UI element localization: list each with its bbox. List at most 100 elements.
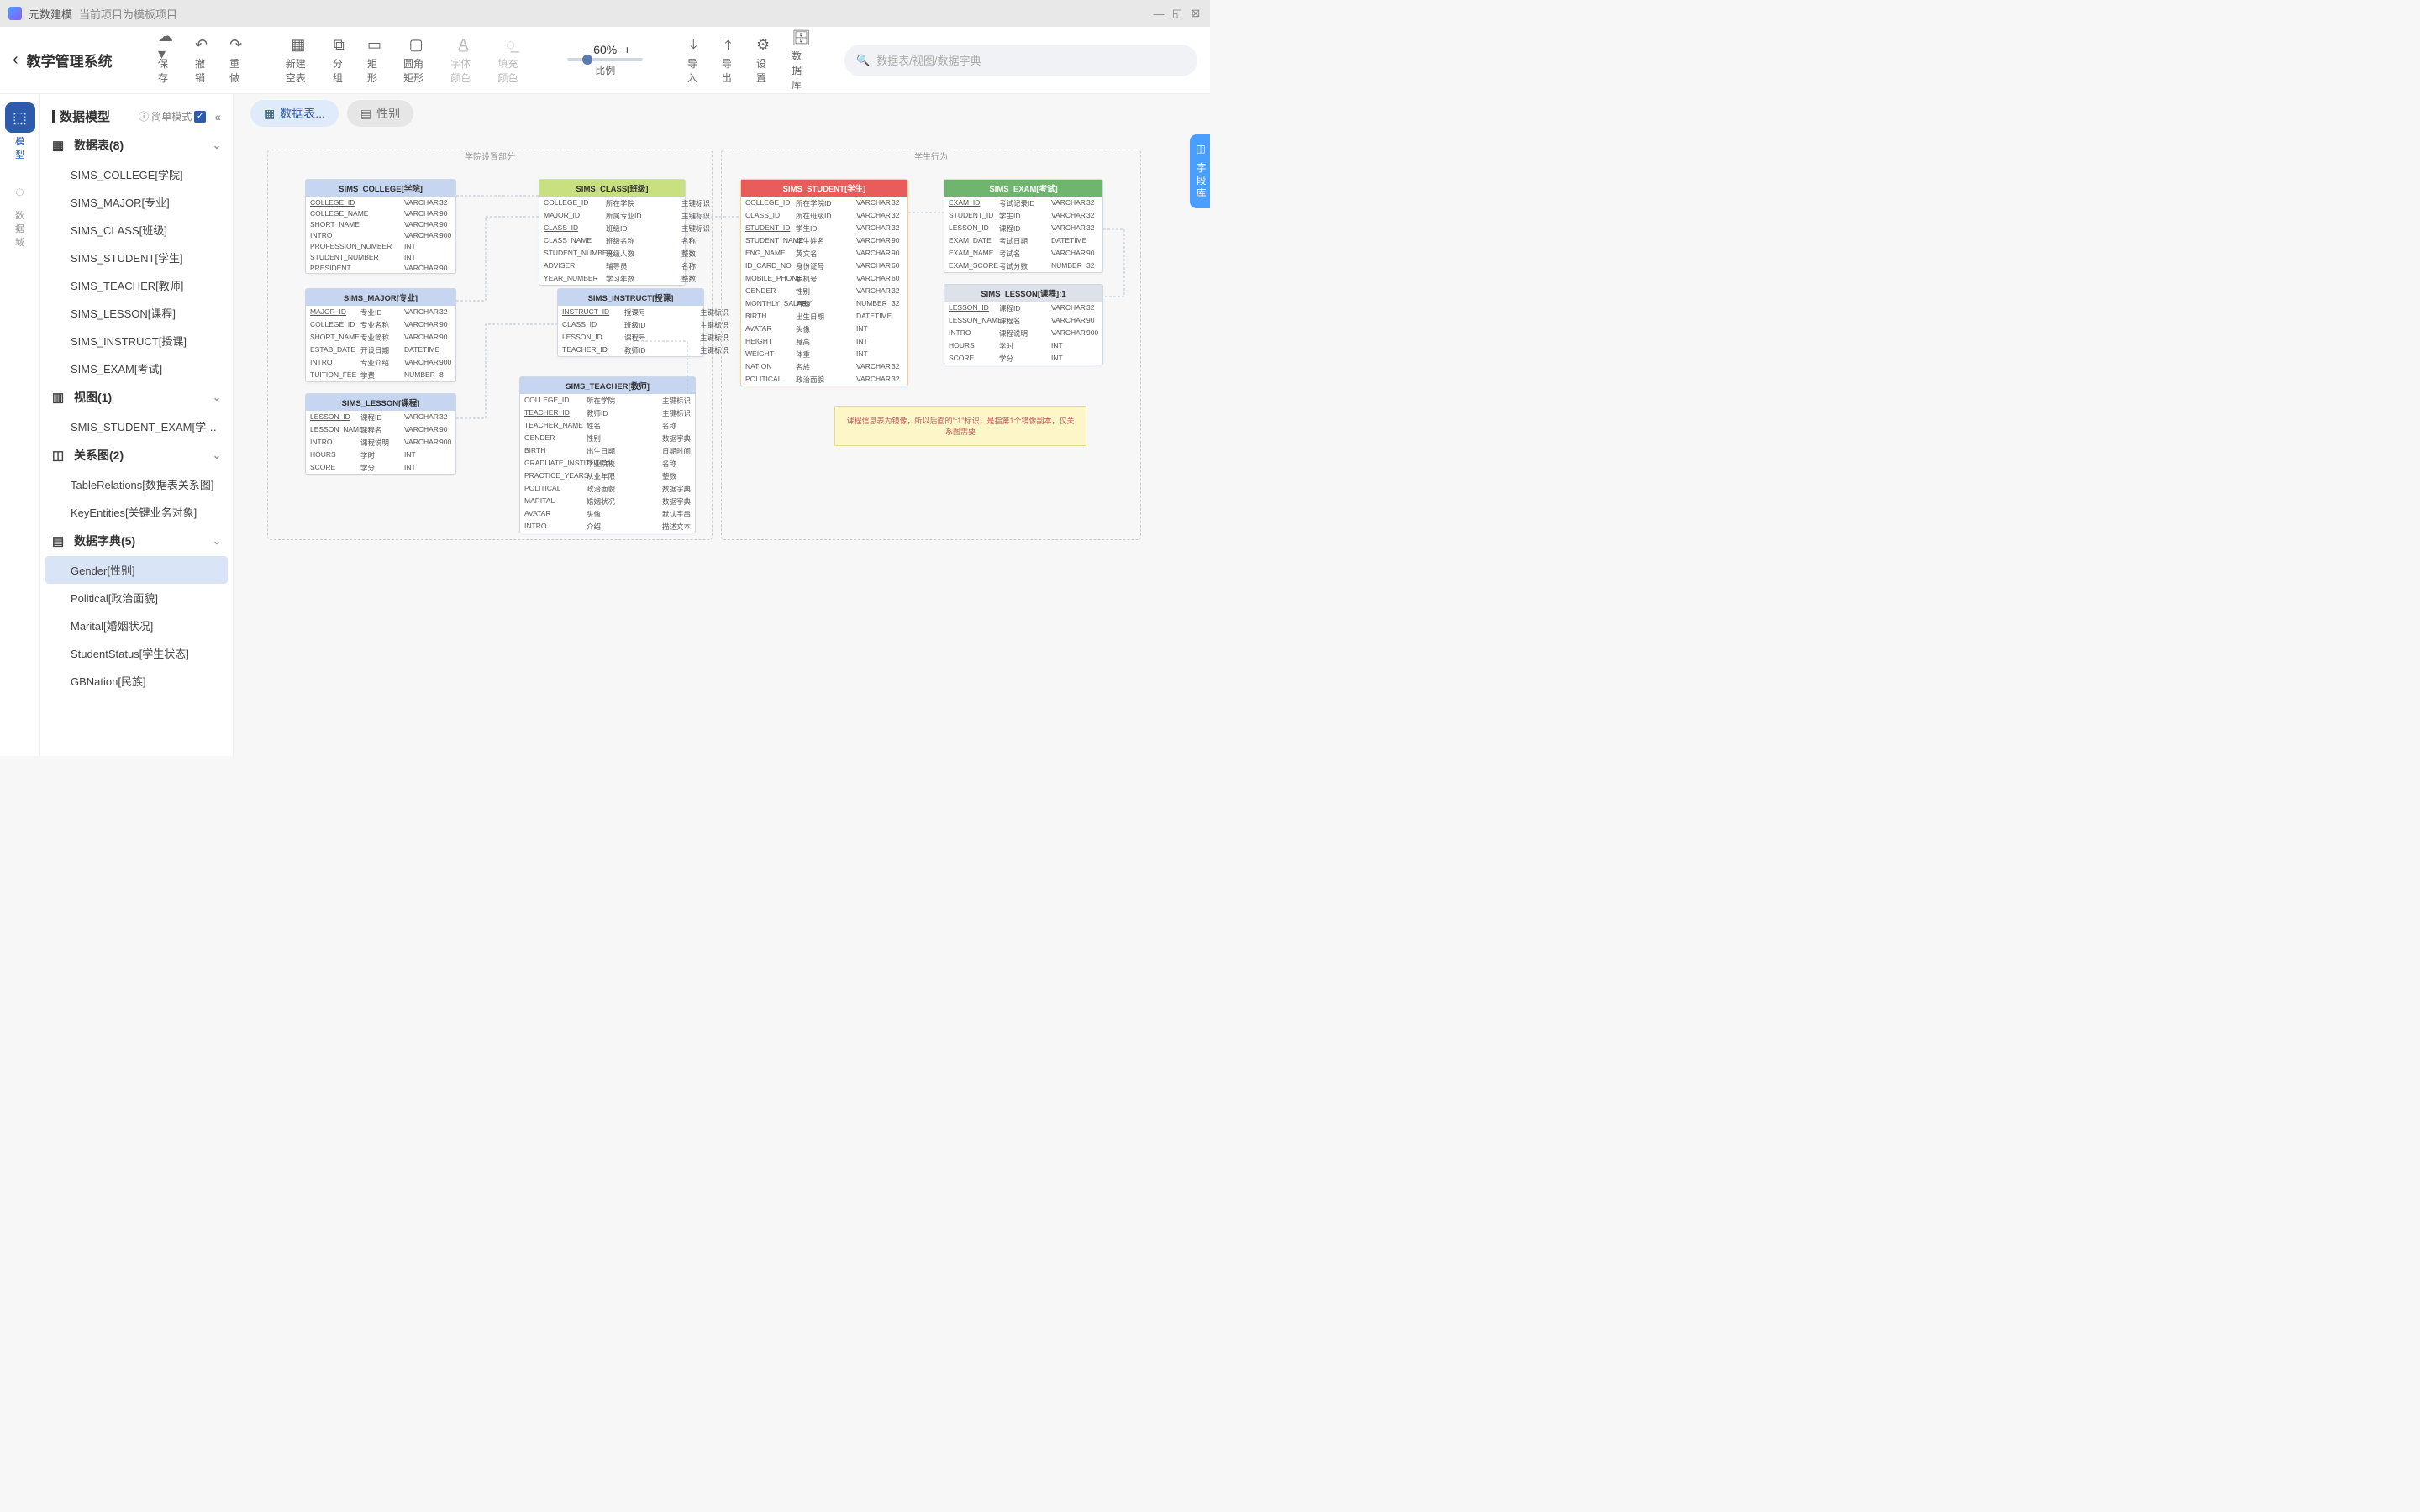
entity-row: COLLEGE_NAMEVARCHAR90	[306, 207, 455, 218]
entity-header: SIMS_INSTRUCT[授课]	[558, 289, 703, 306]
redo-button[interactable]: ↷重做	[226, 36, 245, 85]
entity-row: POLITICAL政治面貌数据字典	[520, 482, 695, 495]
sidebar-item[interactable]: SIMS_MAJOR[专业]	[45, 188, 228, 216]
sidebar-item[interactable]: Marital[婚姻状况]	[45, 612, 228, 639]
entity-row: SCORE学分INT	[944, 352, 1102, 365]
export-button[interactable]: ⤒导出	[718, 36, 738, 85]
entity-row: INTRO专业介绍VARCHAR900	[306, 356, 455, 369]
database-button[interactable]: 🗄数据库	[788, 29, 814, 92]
entity-exam[interactable]: SIMS_EXAM[考试] EXAM_ID考试记录IDVARCHAR32STUD…	[944, 179, 1103, 273]
entity-major[interactable]: SIMS_MAJOR[专业] MAJOR_ID专业IDVARCHAR32COLL…	[305, 288, 456, 382]
chevron-down-icon: ⌄	[213, 449, 221, 461]
export-icon: ⤒	[724, 36, 731, 55]
new-table-icon: ▦	[291, 36, 305, 55]
search-placeholder: 数据表/视图/数据字典	[876, 52, 981, 68]
import-button[interactable]: ⤓导入	[684, 36, 703, 85]
entity-row: MOBILE_PHONE手机号VARCHAR60	[741, 272, 908, 285]
entity-lesson-mirror[interactable]: SIMS_LESSON[课程]:1 LESSON_ID课程IDVARCHAR32…	[944, 284, 1103, 365]
entity-row: HOURS学时INT	[306, 449, 455, 461]
zoom-in-icon[interactable]: +	[623, 43, 630, 56]
sidebar-item[interactable]: SIMS_CLASS[班级]	[45, 216, 228, 244]
entity-college[interactable]: SIMS_COLLEGE[学院] COLLEGE_IDVARCHAR32COLL…	[305, 179, 456, 274]
entity-row: TEACHER_NAME姓名名称	[520, 419, 695, 432]
settings-button[interactable]: ⚙设置	[753, 36, 773, 85]
collapse-sidebar-icon[interactable]: «	[214, 110, 221, 123]
sidebar-group-head[interactable]: ▦数据表(8)⌄	[45, 130, 228, 160]
import-icon: ⤓	[690, 36, 697, 55]
rail-datadomain[interactable]: ◌数 据 域	[5, 176, 35, 249]
tab-data-tables[interactable]: ▦数据表...	[250, 100, 339, 127]
sidebar-item[interactable]: SIMS_LESSON[课程]	[45, 299, 228, 327]
entity-class[interactable]: SIMS_CLASS[班级] COLLEGE_ID所在学院主键标识MAJOR_I…	[539, 179, 686, 286]
entity-row: INTRO课程说明VARCHAR900	[306, 436, 455, 449]
entity-row: ENG_NAME英文名VARCHAR90	[741, 247, 908, 260]
group-button[interactable]: ⧉分组	[329, 36, 349, 85]
entity-header: SIMS_TEACHER[教师]	[520, 377, 695, 394]
sidebar-item[interactable]: SIMS_STUDENT[学生]	[45, 244, 228, 271]
canvas-area: ▦数据表... ▤性别 学院设置部分 学生行为 SIMS_COLLEGE[学院]…	[234, 94, 1210, 756]
window-minimize-icon[interactable]: —	[1153, 8, 1165, 19]
entity-row: EXAM_ID考试记录IDVARCHAR32	[944, 197, 1102, 209]
entity-lesson[interactable]: SIMS_LESSON[课程] LESSON_ID课程IDVARCHAR32LE…	[305, 393, 456, 475]
zoom-slider[interactable]	[567, 58, 643, 61]
note-box: 课程信息表为镜像，所以后面的":1"标识，是指第1个镜像副本，仅关系图需要	[834, 406, 1086, 446]
font-color-icon: A̲	[458, 36, 468, 55]
simple-mode-toggle[interactable]: ⓘ简单模式✓	[139, 109, 206, 123]
new-table-button[interactable]: ▦新建空表	[282, 36, 314, 85]
entity-row: HEIGHT身高INT	[741, 335, 908, 348]
undo-button[interactable]: ↶撤销	[192, 36, 211, 85]
sidebar-item[interactable]: StudentStatus[学生状态]	[45, 639, 228, 667]
entity-row: EXAM_DATE考试日期DATETIME	[944, 234, 1102, 247]
entity-row: STUDENT_NUMBER班级人数整数	[539, 247, 685, 260]
entity-student[interactable]: SIMS_STUDENT[学生] COLLEGE_ID所在学院IDVARCHAR…	[740, 179, 908, 386]
field-library-dock[interactable]: ◫ 字段库	[1190, 134, 1210, 208]
group-icon: ⧉	[334, 36, 345, 55]
entity-instruct[interactable]: SIMS_INSTRUCT[授课] INSTRUCT_ID授课号主键标识CLAS…	[557, 288, 704, 357]
sidebar-item[interactable]: SIMS_TEACHER[教师]	[45, 271, 228, 299]
checkbox-checked-icon[interactable]: ✓	[194, 111, 206, 123]
sidebar-item[interactable]: SIMS_EXAM[考试]	[45, 354, 228, 382]
entity-row: INTROVARCHAR900	[306, 229, 455, 240]
sidebar-item[interactable]: KeyEntities[关键业务对象]	[45, 498, 228, 526]
entity-row: COLLEGE_ID所在学院主键标识	[520, 394, 695, 407]
fill-color-button[interactable]: ◌̲填充颜色	[494, 36, 526, 85]
window-restore-icon[interactable]: ◱	[1171, 8, 1183, 19]
entity-row: COLLEGE_IDVARCHAR32	[306, 197, 455, 207]
diagram-canvas[interactable]: 学院设置部分 学生行为 SIMS_COLLEGE[学院] COLLEGE_IDV…	[234, 133, 1210, 756]
font-color-button[interactable]: A̲字体颜色	[447, 36, 479, 85]
main-toolbar: ‹ 教学管理系统 ☁▾保存 ↶撤销 ↷重做 ▦新建空表 ⧉分组 ▭矩形 ▢圆角矩…	[0, 27, 1210, 94]
round-rect-button[interactable]: ▢圆角矩形	[400, 36, 432, 85]
entity-header: SIMS_EXAM[考试]	[944, 180, 1102, 197]
zoom-control[interactable]: − 60% + 比例	[567, 43, 643, 77]
sidebar-item[interactable]: TableRelations[数据表关系图]	[45, 470, 228, 498]
sidebar-item[interactable]: Political[政治面貌]	[45, 584, 228, 612]
entity-row: GRADUATE_INSTITUTION毕业院校名称	[520, 457, 695, 470]
entity-row: INTRO介绍描述文本	[520, 520, 695, 533]
back-button[interactable]: ‹	[13, 50, 18, 70]
window-close-icon[interactable]: ⊠	[1190, 8, 1202, 19]
sidebar: 数据模型 ⓘ简单模式✓ « ▦数据表(8)⌄SIMS_COLLEGE[学院]SI…	[40, 94, 234, 756]
sidebar-item[interactable]: GBNation[民族]	[45, 667, 228, 695]
sidebar-item[interactable]: Gender[性别]	[45, 556, 228, 584]
entity-row: INSTRUCT_ID授课号主键标识	[558, 306, 703, 318]
entity-row: POLITICAL政治面貌VARCHAR32	[741, 373, 908, 386]
save-button[interactable]: ☁▾保存	[155, 36, 176, 85]
sidebar-group-head[interactable]: ▤数据字典(5)⌄	[45, 526, 228, 556]
sidebar-item[interactable]: SIMS_COLLEGE[学院]	[45, 160, 228, 188]
sidebar-group-head[interactable]: ◫关系图(2)⌄	[45, 440, 228, 470]
group-icon: ▦	[52, 138, 67, 153]
entity-row: LESSON_NAME课程名VARCHAR90	[944, 314, 1102, 327]
entity-row: MONTHLY_SALARY月薪NUMBER32	[741, 297, 908, 310]
tab-gender[interactable]: ▤性别	[347, 100, 413, 127]
entity-row: COLLEGE_ID专业名称VARCHAR90	[306, 318, 455, 331]
search-input[interactable]: 🔍 数据表/视图/数据字典	[844, 45, 1197, 76]
sidebar-group-head[interactable]: ▥视图(1)⌄	[45, 382, 228, 412]
rect-button[interactable]: ▭矩形	[364, 36, 385, 85]
sidebar-item[interactable]: SMIS_STUDENT_EXAM[学生考试]	[45, 412, 228, 440]
rail-model[interactable]: ⬚模 型	[5, 102, 35, 161]
sidebar-item[interactable]: SIMS_INSTRUCT[授课]	[45, 327, 228, 354]
entity-row: MARITAL婚姻状况数据字典	[520, 495, 695, 507]
entity-teacher[interactable]: SIMS_TEACHER[教师] COLLEGE_ID所在学院主键标识 TEACH…	[519, 376, 696, 533]
group-icon: ▥	[52, 390, 67, 405]
entity-row: WEIGHT体重INT	[741, 348, 908, 360]
